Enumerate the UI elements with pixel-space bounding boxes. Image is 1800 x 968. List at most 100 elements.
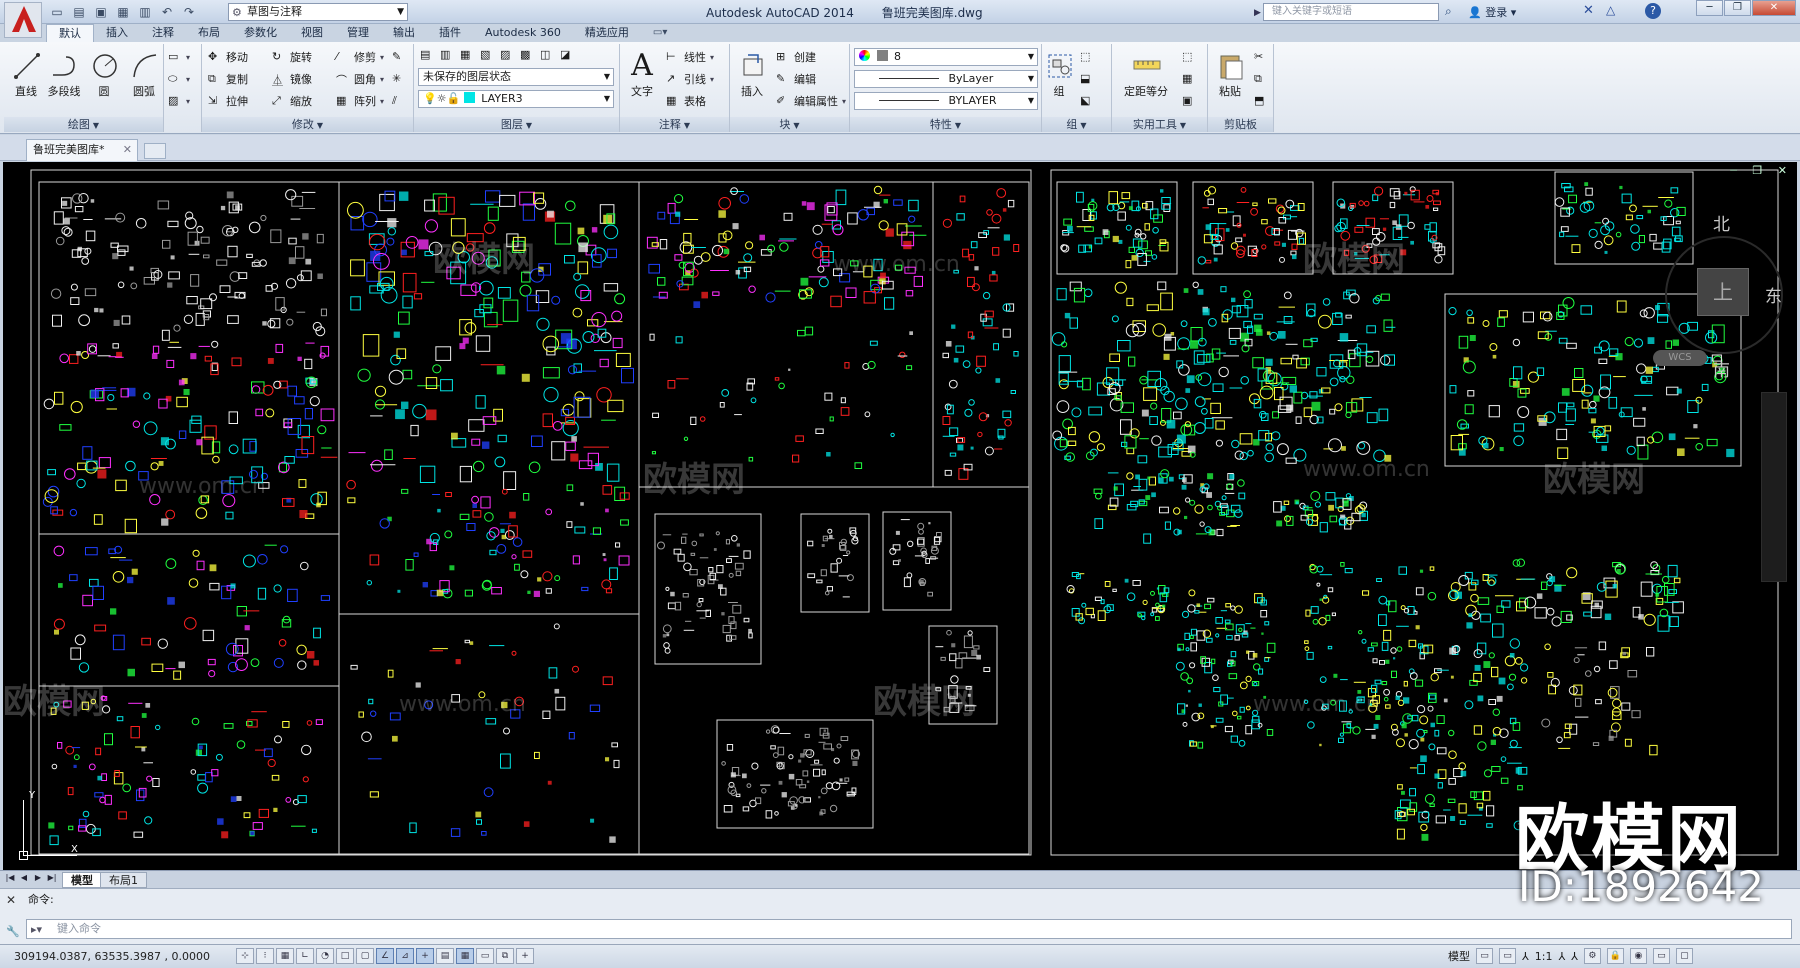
layer-lock-icon[interactable]: ▩	[520, 48, 534, 62]
annotation-scale[interactable]: 1:1	[1535, 950, 1553, 963]
new-tab-button[interactable]	[144, 143, 166, 159]
quick-properties-toggle[interactable]: ▭	[476, 948, 494, 964]
layer-state-select[interactable]: 未保存的图层状态 ▼	[418, 68, 614, 86]
file-tab-active[interactable]: 鲁班完美图库* ✕	[26, 139, 138, 161]
rotate-button[interactable]: ↻ 旋转	[272, 48, 312, 66]
save-icon[interactable]: ▣	[92, 3, 110, 21]
layer-select[interactable]: 💡☼🔓 LAYER3 ▼	[418, 90, 614, 108]
ellipse-tool[interactable]: ⬭ ▾	[168, 70, 190, 88]
annotation-visibility-icon[interactable]: ⅄	[1558, 950, 1565, 963]
layer-match-icon[interactable]: ◫	[540, 48, 554, 62]
redo-icon[interactable]: ↷	[180, 3, 198, 21]
wrench-icon[interactable]: 🔧	[6, 925, 20, 938]
close-tab-icon[interactable]: ✕	[123, 140, 132, 160]
tab-output[interactable]: 输出	[381, 24, 427, 42]
new-file-icon[interactable]: ▭	[48, 3, 66, 21]
polyline-button[interactable]: 多段线	[44, 48, 84, 99]
space-label[interactable]: 模型	[1448, 948, 1470, 964]
navigation-bar[interactable]	[1761, 392, 1787, 582]
help-icon[interactable]: ?	[1645, 3, 1661, 19]
osnap-toggle[interactable]: □	[336, 948, 354, 964]
application-menu-button[interactable]	[4, 2, 42, 38]
auto-scale-icon[interactable]: ⅄	[1571, 950, 1578, 963]
create-block-button[interactable]: ⊞ 创建	[776, 48, 816, 66]
prev-layout-icon[interactable]: ◀	[18, 873, 30, 886]
wcs-menu[interactable]: WCS	[1653, 350, 1707, 366]
viewcube-south[interactable]: 南	[1713, 356, 1730, 381]
quick-view-drawings-icon[interactable]: ▭	[1499, 948, 1516, 964]
close-icon[interactable]: ✕	[6, 893, 16, 907]
panel-title-modify[interactable]: 修改 ▼	[202, 117, 413, 132]
copy-button[interactable]: ⧉ 复制	[208, 70, 248, 88]
plot-icon[interactable]: ▥	[136, 3, 154, 21]
selection-cycling-toggle[interactable]: ⧉	[496, 948, 514, 964]
ducs-toggle[interactable]: ⊿	[396, 948, 414, 964]
tab-featured-apps[interactable]: 精选应用	[573, 24, 641, 42]
ungroup-button[interactable]: ⬚	[1080, 48, 1094, 66]
ribbon-minimize-icon[interactable]: ▭▾	[653, 24, 667, 42]
ortho-toggle[interactable]: ∟	[296, 948, 314, 964]
layer-properties-icon[interactable]: ▤	[420, 48, 434, 62]
next-layout-icon[interactable]: ▶	[32, 873, 44, 886]
drawing-canvas[interactable]: ─ ❐ ✕ 北 上 东 南 WCS Y X 欧模网 欧模网 欧模网 欧模网 欧模…	[3, 162, 1797, 870]
first-layout-icon[interactable]: |◀	[4, 873, 16, 886]
tab-layout1[interactable]: 布局1	[100, 872, 147, 888]
scale-button[interactable]: ⤢ 缩放	[272, 92, 312, 110]
panel-title-groups[interactable]: 组 ▼	[1042, 117, 1111, 132]
layer-off-icon[interactable]: ▦	[460, 48, 474, 62]
linetype-select[interactable]: ByLayer ▼	[854, 70, 1038, 88]
match-properties-button[interactable]: ⬒	[1254, 92, 1268, 110]
tab-model[interactable]: 模型	[62, 872, 102, 888]
tab-manage[interactable]: 管理	[335, 24, 381, 42]
panel-title-clipboard[interactable]: 剪贴板	[1208, 117, 1273, 132]
array-button[interactable]: ▦ 阵列 ▾	[336, 92, 384, 110]
binoculars-icon[interactable]: ⌕	[1445, 4, 1452, 19]
login-button[interactable]: 👤 登录 ▾	[1468, 4, 1516, 20]
insert-block-button[interactable]: 插入	[732, 48, 772, 99]
expand-arrow-icon[interactable]: ▶	[1254, 5, 1261, 21]
viewcube-north[interactable]: 北	[1713, 210, 1730, 235]
copy-clip-button[interactable]: ⧉	[1254, 70, 1268, 88]
stretch-button[interactable]: ⇲ 拉伸	[208, 92, 248, 110]
lock-ui-icon[interactable]: 🔒	[1606, 948, 1624, 964]
text-button[interactable]: A 文字	[622, 48, 662, 99]
edit-attributes-button[interactable]: ✐ 编辑属性 ▾	[776, 92, 846, 110]
arc-button[interactable]: 圆弧	[124, 48, 164, 99]
last-layout-icon[interactable]: ▶|	[46, 873, 58, 886]
rectangle-tool[interactable]: ▭ ▾	[168, 48, 190, 66]
save-as-icon[interactable]: ▦	[114, 3, 132, 21]
quick-view-layouts-icon[interactable]: ▭	[1476, 948, 1493, 964]
tab-insert[interactable]: 插入	[94, 24, 140, 42]
panel-title-annotation[interactable]: 注释 ▼	[620, 117, 729, 132]
trim-button[interactable]: ⁄ 修剪 ▾	[336, 48, 384, 66]
minimize-button[interactable]: ─	[1696, 0, 1723, 16]
polar-toggle[interactable]: ◔	[316, 948, 334, 964]
table-button[interactable]: ▦ 表格	[666, 92, 706, 110]
linear-dimension-button[interactable]: ⊢ 线性 ▾	[666, 48, 714, 66]
select-all-button[interactable]: ▣	[1182, 92, 1196, 110]
exchange-apps-icon[interactable]: ✕	[1583, 3, 1594, 18]
line-button[interactable]: 直线	[6, 48, 46, 99]
lineweight-select[interactable]: BYLAYER ▼	[854, 92, 1038, 110]
layer-state-icon[interactable]: ▥	[440, 48, 454, 62]
lineweight-toggle[interactable]: ▤	[436, 948, 454, 964]
layer-isolate-icon[interactable]: ▧	[480, 48, 494, 62]
viewport-controls[interactable]: ─ ❐ ✕	[1730, 164, 1793, 177]
transparency-toggle[interactable]: ▦	[456, 948, 474, 964]
panel-title-layers[interactable]: 图层 ▼	[414, 117, 619, 132]
annotation-monitor-toggle[interactable]: +	[516, 948, 534, 964]
grid-toggle[interactable]: ▦	[276, 948, 294, 964]
quick-select-button[interactable]: ⬚	[1182, 48, 1196, 66]
open-file-icon[interactable]: ▤	[70, 3, 88, 21]
workspace-select[interactable]: ⚙ 草图与注释 ▼	[228, 3, 408, 21]
3dosnap-toggle[interactable]: ▢	[356, 948, 374, 964]
tab-plugins[interactable]: 插件	[427, 24, 473, 42]
cut-button[interactable]: ✂	[1254, 48, 1268, 66]
tab-parametric[interactable]: 参数化	[232, 24, 289, 42]
tab-annotate[interactable]: 注释	[140, 24, 186, 42]
hatch-tool[interactable]: ▨ ▾	[168, 92, 190, 110]
infer-constraints-toggle[interactable]: ⊹	[236, 948, 254, 964]
dyn-toggle[interactable]: +	[416, 948, 434, 964]
panel-title-utilities[interactable]: 实用工具 ▼	[1112, 117, 1207, 132]
layer-previous-icon[interactable]: ◪	[560, 48, 574, 62]
